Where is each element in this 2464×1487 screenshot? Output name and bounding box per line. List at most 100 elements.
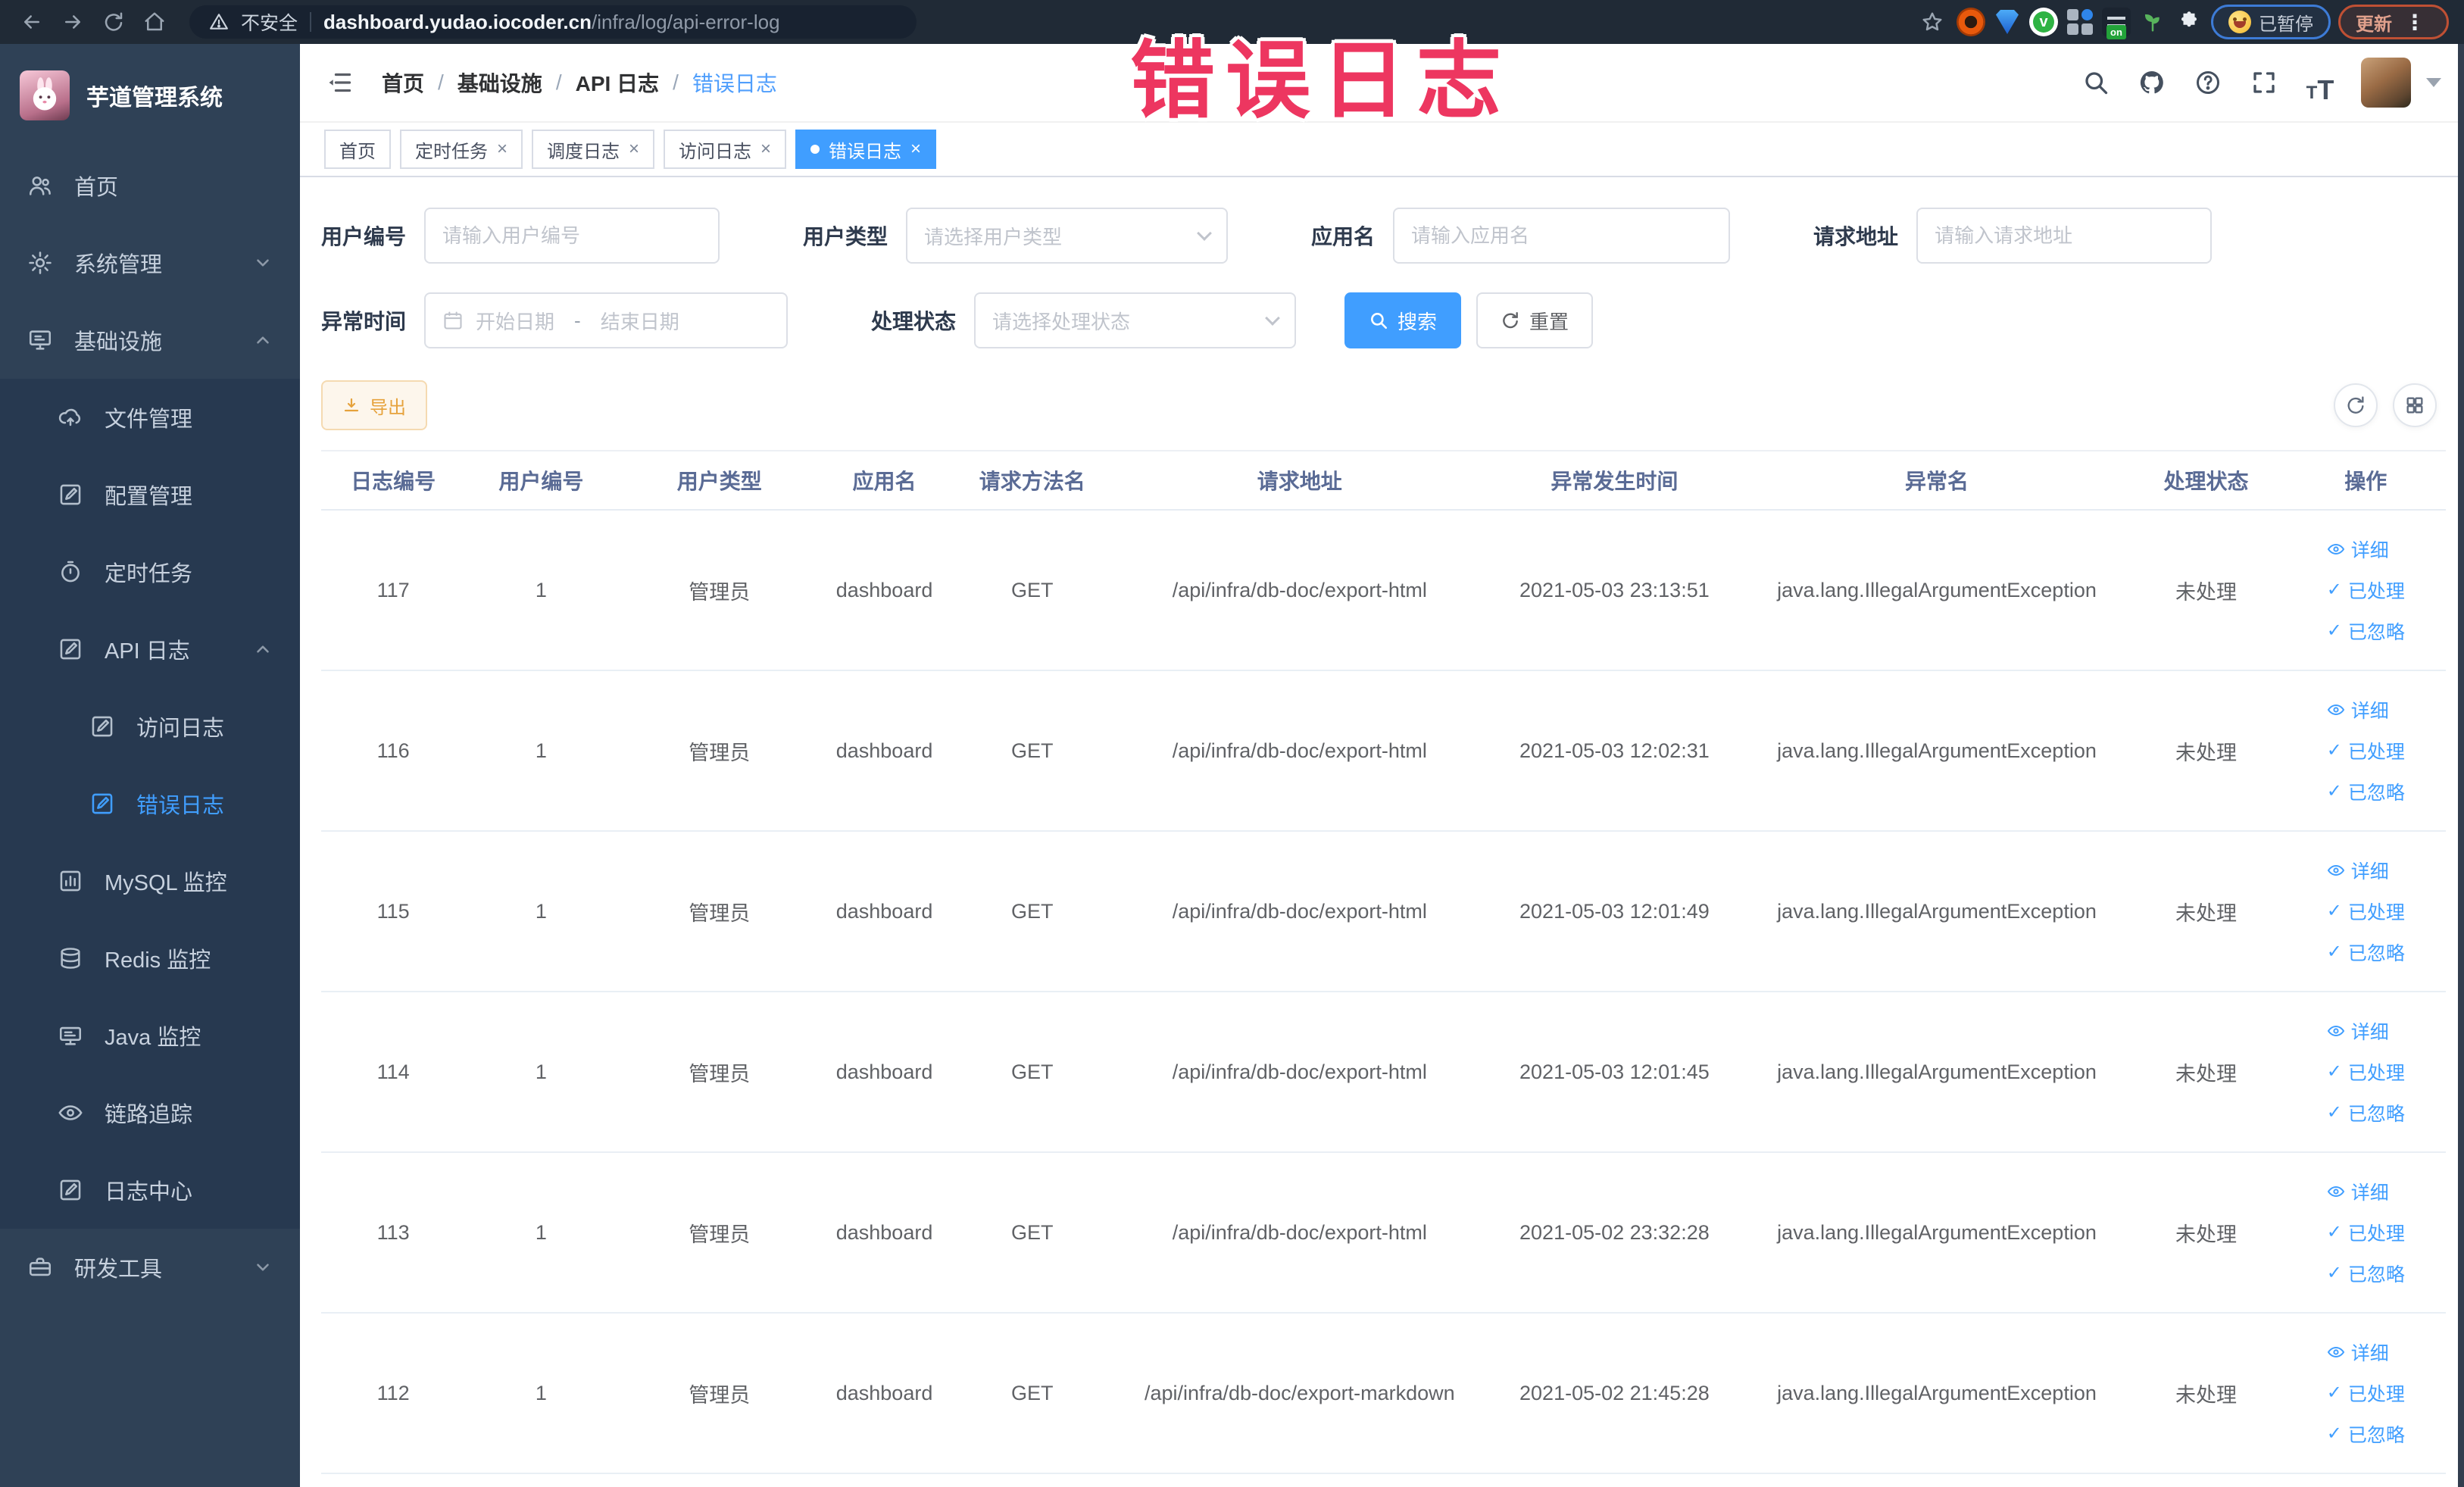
mark-ignored-link[interactable]: ✓ 已忽略 [2327, 617, 2405, 645]
sidebar-item-api-log[interactable]: API 日志 [0, 611, 300, 688]
user-type-placeholder: 请选择用户类型 [924, 225, 1063, 248]
detail-link[interactable]: 详细 [2327, 536, 2389, 563]
user-id-input[interactable] [442, 223, 702, 248]
check-icon: ✓ [2326, 1382, 2342, 1403]
export-button[interactable]: 导出 [321, 380, 427, 430]
sidebar-item-tracing[interactable]: 链路追踪 [0, 1074, 300, 1151]
cell-status: 未处理 [2126, 831, 2286, 992]
tab-home[interactable]: 首页 [324, 130, 391, 169]
url-text: dashboard.yudao.iocoder.cn/infra/log/api… [323, 11, 780, 34]
bookmark-star-icon[interactable] [1916, 5, 1949, 39]
extension-grid-icon[interactable] [2066, 8, 2094, 36]
paused-badge[interactable]: 已暂停 [2211, 5, 2331, 39]
back-icon[interactable] [15, 5, 48, 39]
reset-button[interactable]: 重置 [1476, 292, 1594, 348]
close-icon[interactable]: × [629, 140, 639, 158]
detail-link[interactable]: 详细 [2327, 1017, 2389, 1045]
sidebar-item-mysql-monitor[interactable]: MySQL 监控 [0, 842, 300, 920]
update-button[interactable]: 更新 ⋮ [2338, 5, 2449, 39]
help-icon[interactable] [2187, 61, 2229, 104]
process-status-select[interactable]: 请选择处理状态 [974, 292, 1297, 348]
detail-link[interactable]: 详细 [2327, 1339, 2389, 1366]
sidebar-item-infrastructure[interactable]: 基础设施 [0, 301, 300, 379]
github-icon[interactable] [2131, 61, 2173, 104]
sidebar-item-home[interactable]: 首页 [0, 147, 300, 224]
cell-user-id: 1 [465, 831, 617, 992]
tab-access-log[interactable]: 访问日志 × [664, 130, 787, 169]
tab-error-log[interactable]: 错误日志 × [795, 130, 937, 169]
close-icon[interactable]: × [910, 140, 921, 158]
breadcrumb-item[interactable]: API 日志 [576, 67, 659, 98]
date-range-picker[interactable]: 开始日期 - 结束日期 [424, 292, 789, 348]
sidebar-item-system-management[interactable]: 系统管理 [0, 224, 300, 301]
search-button[interactable]: 搜索 [1344, 292, 1462, 348]
caret-down-icon[interactable] [2426, 78, 2441, 87]
app-name-input[interactable] [1411, 223, 1713, 248]
mark-processed-link[interactable]: ✓ 已处理 [2327, 737, 2405, 764]
chevron-down-icon [253, 1257, 273, 1277]
mark-processed-link[interactable]: ✓ 已处理 [2327, 1058, 2405, 1086]
extension-colorpicker-icon[interactable] [1957, 8, 1985, 36]
avatar[interactable] [2361, 58, 2411, 108]
sidebar-item-redis-monitor[interactable]: Redis 监控 [0, 920, 300, 997]
detail-link[interactable]: 详细 [2327, 857, 2389, 884]
fullscreen-icon[interactable] [2243, 61, 2285, 104]
table-tools [2334, 383, 2437, 427]
sidebar-toggle-icon[interactable] [323, 66, 356, 99]
col-user-id: 用户编号 [465, 451, 617, 511]
breadcrumb-item[interactable]: 首页 [382, 67, 424, 98]
mark-ignored-link[interactable]: ✓ 已忽略 [2327, 1260, 2405, 1287]
close-icon[interactable]: × [497, 140, 507, 158]
table-row: 116 1 管理员 dashboard GET /api/infra/db-do… [321, 670, 2446, 832]
sidebar-item-dev-tools[interactable]: 研发工具 [0, 1229, 300, 1306]
sidebar-item-log-center[interactable]: 日志中心 [0, 1151, 300, 1229]
sidebar-item-label: 基础设施 [74, 330, 163, 355]
extension-plant-icon[interactable] [2138, 8, 2167, 36]
mark-processed-link[interactable]: ✓ 已处理 [2327, 576, 2405, 604]
forward-icon[interactable] [56, 5, 89, 39]
cell-exception: java.lang.IllegalArgumentException [1747, 670, 2127, 832]
request-url-input[interactable] [1935, 223, 2194, 248]
sidebar-item-file-management[interactable]: 文件管理 [0, 379, 300, 456]
reload-icon[interactable] [97, 5, 130, 39]
column-settings-button[interactable] [2393, 383, 2437, 427]
user-type-select[interactable]: 请选择用户类型 [906, 208, 1229, 264]
breadcrumb-item[interactable]: 基础设施 [458, 67, 542, 98]
search-icon[interactable] [2075, 61, 2117, 104]
sidebar-item-java-monitor[interactable]: Java 监控 [0, 997, 300, 1074]
chevron-up-icon [253, 639, 273, 659]
sidebar-item-access-log[interactable]: 访问日志 [0, 688, 300, 765]
extension-shield-icon[interactable] [1993, 8, 2022, 36]
tab-schedule-log[interactable]: 调度日志 × [532, 130, 655, 169]
sidebar-item-config-management[interactable]: 配置管理 [0, 456, 300, 533]
mark-processed-link[interactable]: ✓ 已处理 [2327, 1219, 2405, 1246]
detail-link[interactable]: 详细 [2327, 1178, 2389, 1205]
breadcrumb-item-current: 错误日志 [692, 72, 777, 95]
extension-switch-on-icon[interactable]: on [2102, 8, 2131, 39]
home-icon[interactable] [138, 5, 171, 39]
logo-rabbit-image [20, 70, 70, 120]
sidebar-item-scheduled-tasks[interactable]: 定时任务 [0, 533, 300, 611]
sidebar-item-error-log[interactable]: 错误日志 [0, 765, 300, 842]
window-scrollbar[interactable] [2458, 44, 2464, 1487]
refresh-table-button[interactable] [2334, 383, 2378, 427]
font-size-icon[interactable]: TT [2299, 61, 2341, 104]
extension-green-v-icon[interactable]: v [2029, 8, 2058, 36]
mark-ignored-link[interactable]: ✓ 已忽略 [2327, 939, 2405, 966]
mark-ignored-link[interactable]: ✓ 已忽略 [2327, 1420, 2405, 1448]
close-icon[interactable]: × [760, 140, 771, 158]
mark-processed-link[interactable]: ✓ 已处理 [2327, 1379, 2405, 1407]
cell-user-type: 管理员 [617, 1152, 822, 1314]
sidebar-submenu-infrastructure: 文件管理 配置管理 定时任务 API 日志 访问日志 错误日志 MySQL 监控… [0, 379, 300, 1229]
sidebar-logo[interactable]: 芋道管理系统 [0, 44, 300, 147]
cell-user-type: 管理员 [617, 510, 822, 671]
browser-menu-dots-icon[interactable]: ⋮ [2400, 10, 2431, 35]
cell-method: GET [947, 1152, 1118, 1314]
mark-processed-link[interactable]: ✓ 已处理 [2327, 898, 2405, 925]
mark-ignored-link[interactable]: ✓ 已忽略 [2327, 1099, 2405, 1126]
tab-scheduled-tasks[interactable]: 定时任务 × [400, 130, 523, 169]
detail-link[interactable]: 详细 [2327, 696, 2389, 723]
extensions-puzzle-icon[interactable] [2175, 8, 2203, 36]
mark-ignored-link[interactable]: ✓ 已忽略 [2327, 778, 2405, 805]
address-bar[interactable]: 不安全 dashboard.yudao.iocoder.cn/infra/log… [189, 5, 917, 39]
